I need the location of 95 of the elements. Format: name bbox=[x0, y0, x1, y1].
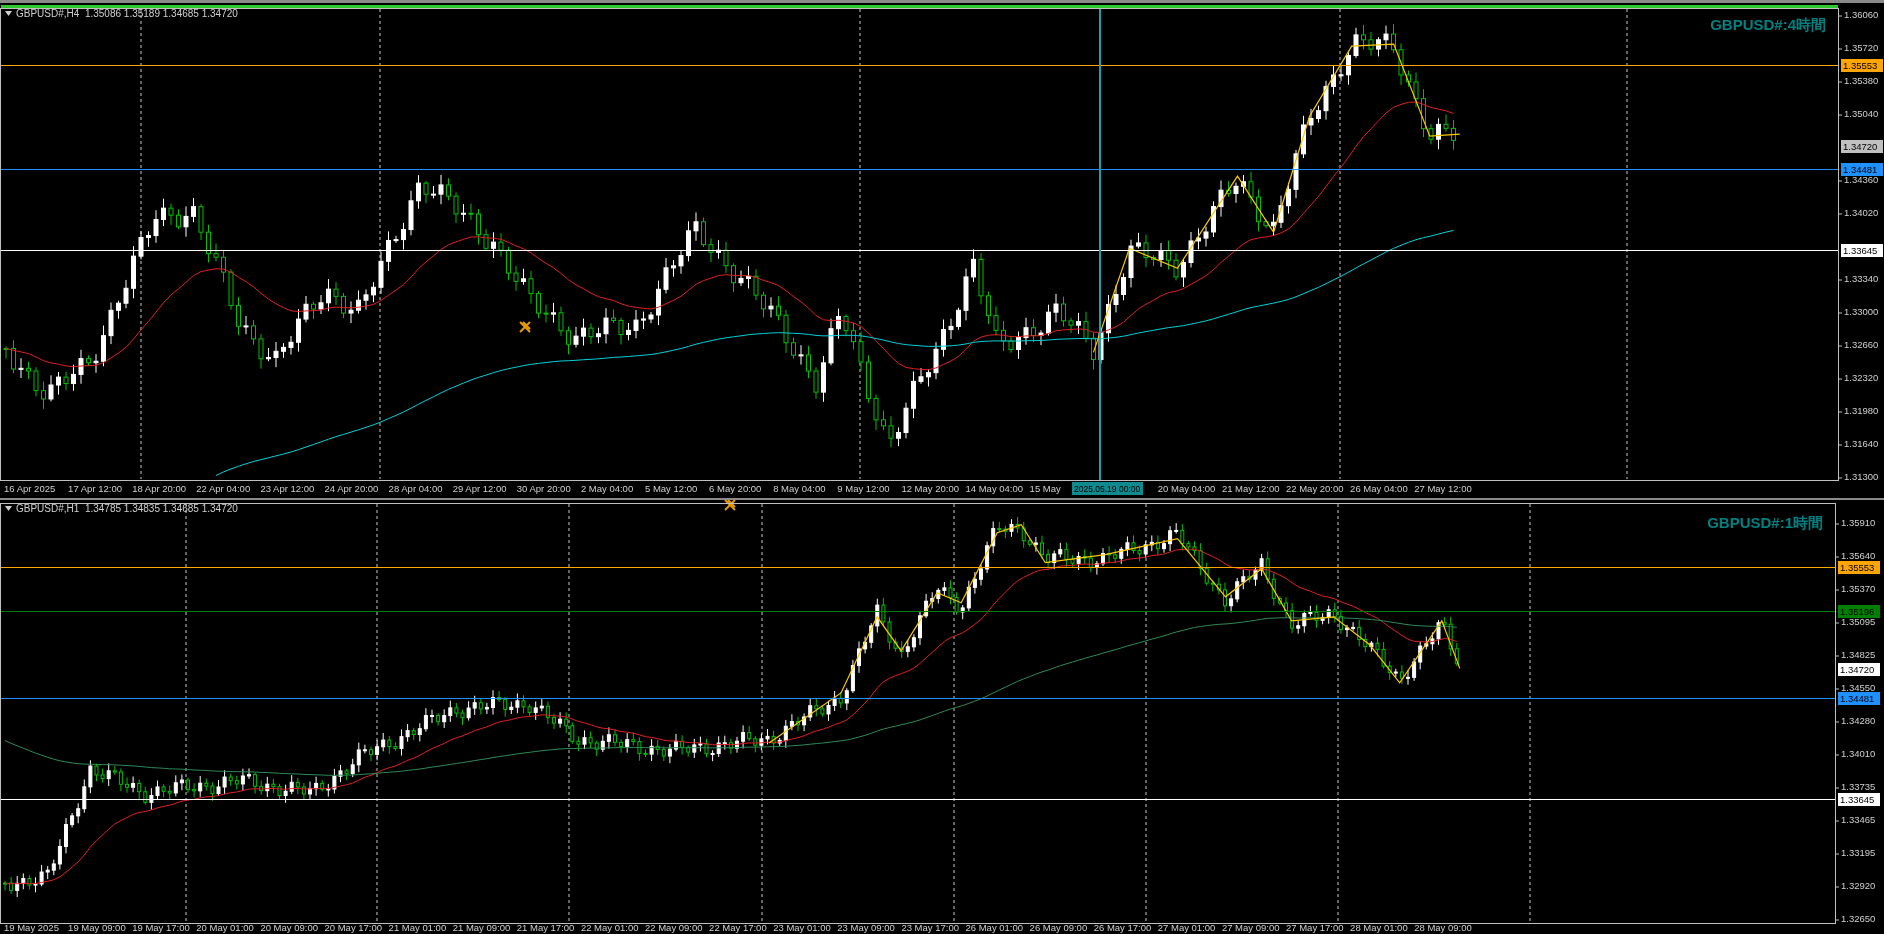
time-axis-label: 20 May 04:00 bbox=[1157, 483, 1216, 494]
price-axis-label: 1.36060 bbox=[1844, 9, 1879, 20]
price-tag: 1.33645 bbox=[1841, 244, 1883, 257]
price-axis-label: 1.33000 bbox=[1844, 306, 1879, 317]
time-axis-label: 16 Apr 2025 bbox=[4, 483, 56, 494]
dropdown-icon[interactable] bbox=[5, 506, 12, 511]
time-axis-label: 26 May 01:00 bbox=[965, 922, 1024, 933]
time-axis-label: 14 May 04:00 bbox=[965, 483, 1024, 494]
price-axis-label: 1.35095 bbox=[1841, 616, 1876, 627]
price-axis-label: 1.31640 bbox=[1844, 438, 1879, 449]
time-axis-label: 20 May 01:00 bbox=[196, 922, 254, 933]
time-axis-label: 27 May 17:00 bbox=[1286, 922, 1344, 933]
price-axis-label: 1.33195 bbox=[1841, 847, 1876, 858]
price-axis-label: 1.31300 bbox=[1844, 471, 1879, 482]
symbol-info: GBPUSD#,H4 1.35086 1.35189 1.34685 1.34720 bbox=[16, 8, 238, 19]
price-axis-label: 1.35370 bbox=[1841, 583, 1876, 594]
price-tag: 1.34720 bbox=[1838, 663, 1880, 676]
time-axis-label: 26 May 04:00 bbox=[1350, 483, 1408, 494]
time-axis-label: 19 May 2025 bbox=[4, 922, 59, 933]
price-axis-label: 1.31980 bbox=[1844, 405, 1879, 416]
time-tag: 2025.05.19 00:00 bbox=[1072, 482, 1143, 495]
time-axis-label: 23 May 01:00 bbox=[773, 922, 831, 933]
price-axis-label: 1.32650 bbox=[1841, 913, 1876, 924]
price-axis-label: 1.34020 bbox=[1844, 207, 1879, 218]
price-axis-label: 1.33340 bbox=[1844, 273, 1879, 284]
time-axis-label: 6 May 20:00 bbox=[709, 483, 762, 494]
price-tag: 1.34720 bbox=[1841, 140, 1883, 153]
time-axis-label: 2 May 04:00 bbox=[580, 483, 634, 494]
time-axis-label: 29 Apr 12:00 bbox=[452, 483, 507, 494]
price-axis-label: 1.34550 bbox=[1841, 682, 1876, 693]
time-axis-label: 9 May 12:00 bbox=[837, 483, 890, 494]
time-axis-label: 22 May 20:00 bbox=[1286, 483, 1344, 494]
time-axis-label: 28 Apr 04:00 bbox=[388, 483, 443, 494]
horizontal-line[interactable] bbox=[0, 65, 1839, 66]
time-axis-label: 8 May 04:00 bbox=[773, 483, 826, 494]
horizontal-line[interactable] bbox=[0, 698, 1836, 699]
time-axis-label: 27 May 01:00 bbox=[1157, 922, 1216, 933]
time-axis-label: 22 May 09:00 bbox=[645, 922, 703, 933]
time-axis-label: 21 May 01:00 bbox=[388, 922, 447, 933]
price-axis-label: 1.34360 bbox=[1844, 174, 1879, 185]
price-axis-label: 1.32660 bbox=[1844, 339, 1879, 350]
price-axis-label: 1.35720 bbox=[1844, 42, 1879, 53]
time-axis-label: 19 May 17:00 bbox=[132, 922, 190, 933]
time-axis-label: 26 May 17:00 bbox=[1093, 922, 1152, 933]
price-tag: 1.33645 bbox=[1838, 793, 1880, 806]
price-axis-label: 1.34010 bbox=[1841, 748, 1876, 759]
chart-title: GBPUSD#:1時間 bbox=[1707, 514, 1823, 531]
time-axis-label: 20 May 09:00 bbox=[260, 922, 318, 933]
price-axis-label: 1.35380 bbox=[1844, 75, 1879, 86]
time-axis-label: 22 May 01:00 bbox=[580, 922, 639, 933]
time-axis-label: 23 May 09:00 bbox=[837, 922, 895, 933]
chart-title: GBPUSD#:4時間 bbox=[1710, 16, 1826, 33]
price-axis-label: 1.35640 bbox=[1841, 550, 1876, 561]
time-axis-label: 17 Apr 12:00 bbox=[68, 483, 122, 494]
vertical-line[interactable] bbox=[1099, 8, 1101, 481]
time-axis-label: 27 May 12:00 bbox=[1414, 483, 1472, 494]
time-axis-label: 21 May 12:00 bbox=[1221, 483, 1280, 494]
time-axis-label: 21 May 17:00 bbox=[516, 922, 575, 933]
price-axis-label: 1.34280 bbox=[1841, 715, 1876, 726]
time-axis-label: 15 May bbox=[1029, 483, 1061, 494]
time-axis-label: 28 May 01:00 bbox=[1350, 922, 1408, 933]
dropdown-icon[interactable] bbox=[5, 11, 12, 16]
horizontal-line[interactable] bbox=[0, 169, 1839, 170]
time-axis-label: 12 May 20:00 bbox=[901, 483, 959, 494]
time-axis-label: 23 Apr 12:00 bbox=[260, 483, 315, 494]
price-axis-label: 1.33735 bbox=[1841, 781, 1876, 792]
time-axis-label: 28 May 09:00 bbox=[1414, 922, 1472, 933]
time-axis-label: 27 May 09:00 bbox=[1221, 922, 1280, 933]
price-tag: 1.35553 bbox=[1841, 59, 1883, 72]
time-axis-label: 30 Apr 20:00 bbox=[516, 483, 571, 494]
price-axis-label: 1.35040 bbox=[1844, 108, 1879, 119]
price-tag: 1.35553 bbox=[1838, 561, 1880, 574]
time-axis-label: 22 May 17:00 bbox=[709, 922, 767, 933]
symbol-info: GBPUSD#,H1 1.34785 1.34835 1.34685 1.34720 bbox=[16, 503, 238, 514]
price-tag: 1.34481 bbox=[1838, 692, 1880, 705]
horizontal-line[interactable] bbox=[0, 567, 1836, 568]
price-axis-label: 1.35910 bbox=[1841, 517, 1876, 528]
object-marker-icon[interactable] bbox=[724, 499, 736, 511]
horizontal-line[interactable] bbox=[0, 611, 1836, 612]
object-marker-icon[interactable] bbox=[519, 321, 531, 333]
time-axis-label: 19 May 09:00 bbox=[68, 922, 126, 933]
time-axis-label: 26 May 09:00 bbox=[1029, 922, 1088, 933]
time-axis-label: 22 Apr 04:00 bbox=[196, 483, 251, 494]
time-axis-label: 21 May 09:00 bbox=[452, 922, 511, 933]
time-axis-label: 18 Apr 20:00 bbox=[132, 483, 187, 494]
price-tag: 1.34481 bbox=[1841, 163, 1883, 176]
price-axis-label: 1.32320 bbox=[1844, 372, 1879, 383]
price-axis-label: 1.33465 bbox=[1841, 814, 1876, 825]
time-axis-label: 5 May 12:00 bbox=[645, 483, 698, 494]
time-axis-label: 23 May 17:00 bbox=[901, 922, 959, 933]
price-tag: 1.35196 bbox=[1838, 605, 1880, 618]
price-axis-label: 1.32920 bbox=[1841, 880, 1876, 891]
time-axis-label: 24 Apr 20:00 bbox=[324, 483, 379, 494]
time-axis-label: 20 May 17:00 bbox=[324, 922, 383, 933]
price-axis-label: 1.34825 bbox=[1841, 649, 1876, 660]
